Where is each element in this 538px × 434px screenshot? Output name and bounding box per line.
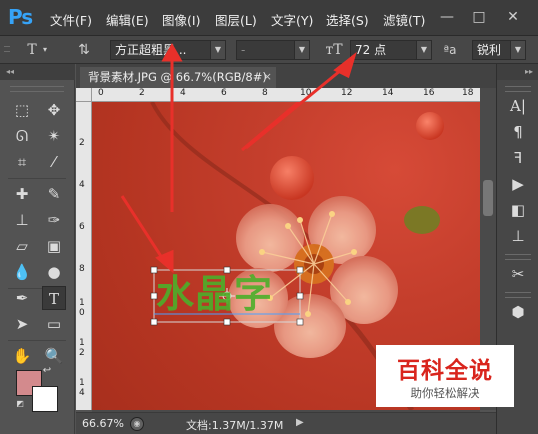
paragraph-panel-icon[interactable]: ¶ <box>506 120 530 144</box>
status-menu-arrow-icon[interactable]: ▶ <box>296 417 304 428</box>
panel-expand-handle[interactable]: ▸▸ <box>497 64 538 80</box>
actions-play-icon[interactable]: ▶ <box>506 172 530 196</box>
status-bar: 66.67% ◉ 文档:1.37M/1.37M ▶ <box>76 412 496 434</box>
vertical-scroll-thumb[interactable] <box>483 180 493 216</box>
paragraph-styles-icon[interactable]: ꟻ <box>506 146 530 170</box>
3d-cube-icon[interactable]: ⬢ <box>506 300 530 324</box>
watermark-subtitle: 助你轻松解决 <box>410 386 480 400</box>
document-size: 文档:1.37M/1.37M <box>186 419 284 432</box>
layers-icon[interactable]: ◧ <box>506 198 530 222</box>
tool-presets-icon[interactable]: ✂ <box>506 262 530 286</box>
watermark-title: 百科全说 <box>397 358 493 384</box>
panel-grip <box>505 254 531 260</box>
status-info-icon[interactable]: ◉ <box>130 417 144 431</box>
panel-grip <box>505 86 531 92</box>
site-watermark: 百科全说 助你轻松解决 <box>376 345 514 407</box>
character-panel-icon[interactable]: A| <box>506 94 530 118</box>
zoom-level[interactable]: 66.67% <box>82 417 124 430</box>
arrow-head-font-family <box>161 42 183 62</box>
clone-source-icon[interactable]: ⊥ <box>506 224 530 248</box>
panel-grip <box>505 292 531 298</box>
